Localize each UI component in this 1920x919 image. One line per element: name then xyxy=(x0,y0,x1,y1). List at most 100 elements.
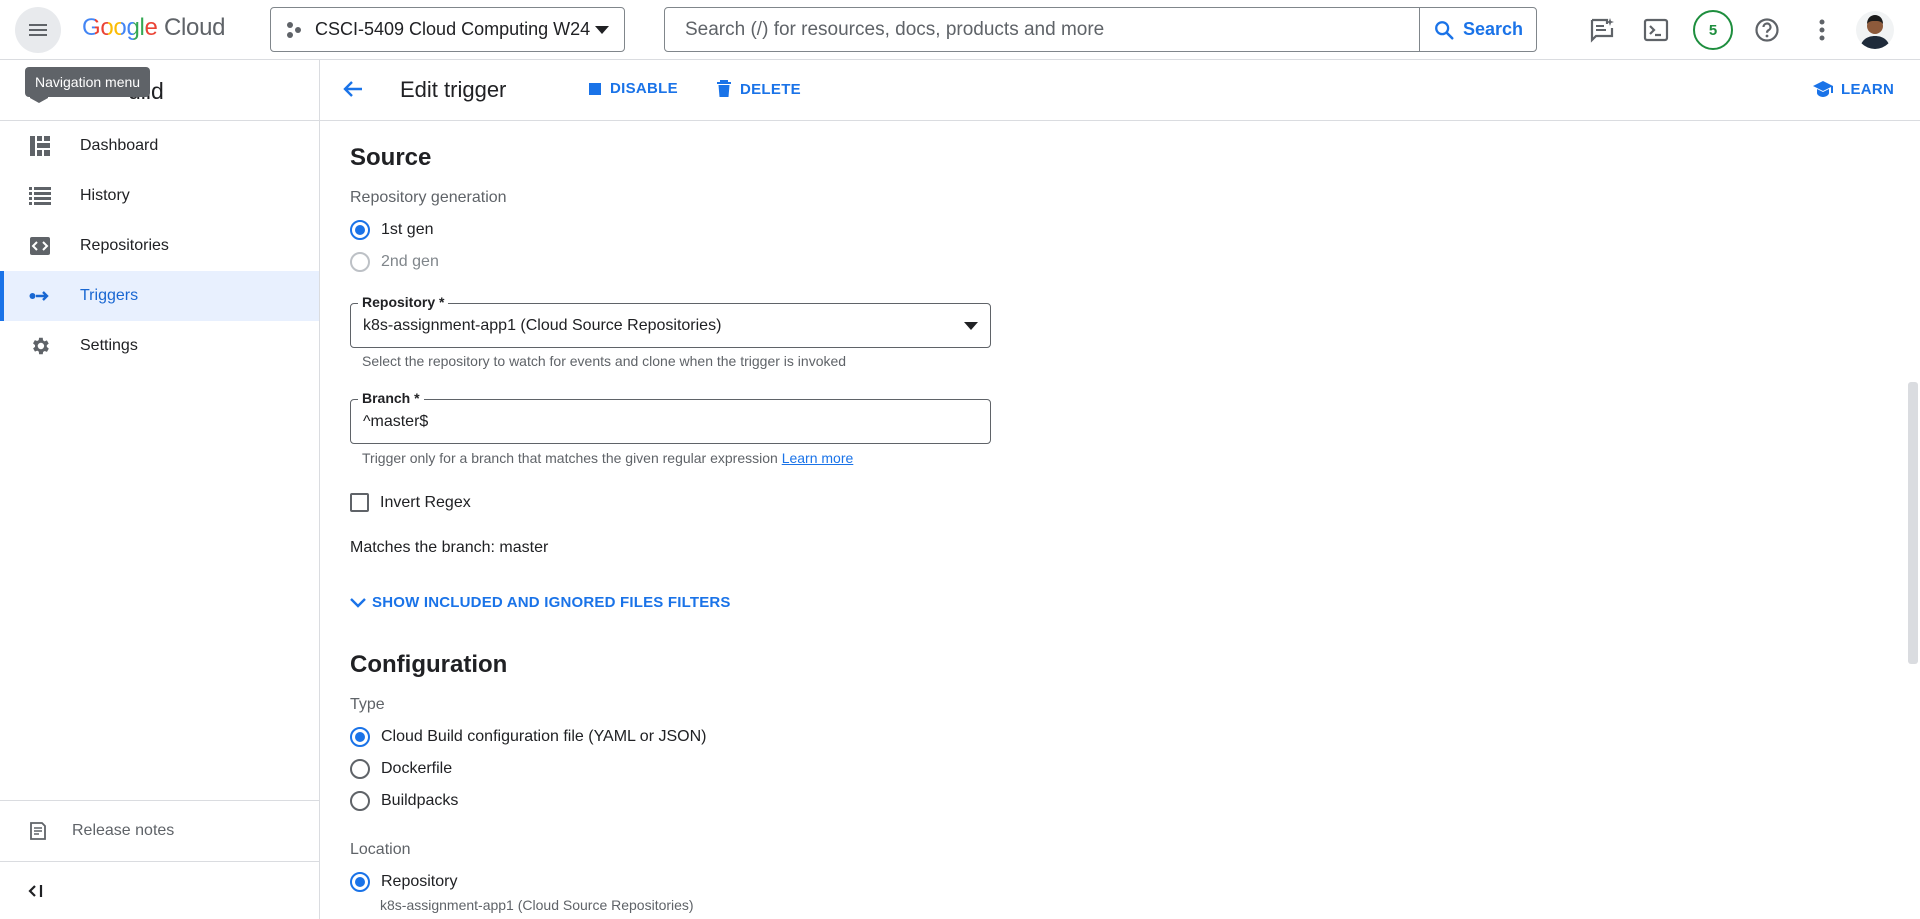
location-label: Location xyxy=(350,841,411,858)
search-button-label: Search xyxy=(1462,19,1524,39)
page-header: Edit trigger DISABLE DELETE LEARN xyxy=(320,60,1920,121)
project-icon xyxy=(287,21,301,38)
more-vert-icon xyxy=(1819,19,1825,41)
list-icon xyxy=(29,187,51,205)
repository-value: k8s-assignment-app1 (Cloud Source Reposi… xyxy=(363,316,722,334)
branch-input[interactable]: ^master$ xyxy=(350,399,991,444)
release-notes-link[interactable]: Release notes xyxy=(0,800,319,861)
type-dockerfile-option[interactable]: Dockerfile xyxy=(350,759,452,779)
cloud-shell-button[interactable] xyxy=(1638,12,1674,48)
learn-more-link[interactable]: Learn more xyxy=(782,450,854,466)
more-options-button[interactable] xyxy=(1804,12,1840,48)
chevron-down-icon xyxy=(350,597,366,608)
branch-label: Branch * xyxy=(358,390,424,406)
user-avatar-icon xyxy=(1860,15,1890,49)
sidebar-item-label: Triggers xyxy=(80,287,139,304)
page-title: Edit trigger xyxy=(400,77,507,102)
main-content: Source Repository generation 1st gen 2nd… xyxy=(320,121,1900,919)
gear-icon xyxy=(33,337,49,355)
collapse-icon xyxy=(28,884,43,897)
learn-label: LEARN xyxy=(1841,80,1895,98)
terminal-icon xyxy=(1643,18,1669,42)
radio-unselected[interactable] xyxy=(350,252,370,272)
release-notes-icon xyxy=(30,822,46,840)
type-cloudbuild-option[interactable]: Cloud Build configuration file (YAML or … xyxy=(350,727,706,747)
invert-regex-label: Invert Regex xyxy=(380,493,471,511)
sidebar: uild Dashboard History Repositories Trig… xyxy=(0,60,320,919)
gen-1st-option[interactable]: 1st gen xyxy=(350,220,433,240)
repository-label: Repository * xyxy=(358,294,449,310)
help-icon xyxy=(1755,18,1779,42)
logo-cloud: Cloud xyxy=(163,14,226,41)
sidebar-item-dashboard[interactable]: Dashboard xyxy=(0,121,319,171)
navigation-menu-tooltip: Navigation menu xyxy=(25,67,151,97)
navigation-menu-button[interactable] xyxy=(15,7,61,53)
radio-selected[interactable] xyxy=(350,220,370,240)
source-heading: Source xyxy=(350,144,432,171)
gemini-chat-button[interactable] xyxy=(1584,12,1620,48)
sidebar-item-repositories[interactable]: Repositories xyxy=(0,221,319,271)
sidebar-item-history[interactable]: History xyxy=(0,171,319,221)
learn-button[interactable]: LEARN xyxy=(1813,80,1894,98)
search-button[interactable]: Search xyxy=(1419,8,1536,51)
dropdown-arrow-icon xyxy=(964,321,978,330)
search-bar: Search (/) for resources, docs, products… xyxy=(664,7,1537,52)
triggers-icon xyxy=(29,291,49,301)
back-button[interactable] xyxy=(342,78,364,100)
branch-value: ^master$ xyxy=(363,412,429,430)
sidebar-item-label: Dashboard xyxy=(80,137,159,154)
matches-branch-text: Matches the branch: master xyxy=(350,539,549,556)
sidebar-item-label: History xyxy=(80,187,130,204)
radio-selected[interactable] xyxy=(350,872,370,892)
collapse-sidebar-button[interactable] xyxy=(0,861,319,919)
disable-label: DISABLE xyxy=(610,80,678,97)
release-notes-label: Release notes xyxy=(72,822,175,839)
gen-2nd-label: 2nd gen xyxy=(381,253,439,270)
arrow-back-icon xyxy=(343,81,362,97)
radio-unselected[interactable] xyxy=(350,791,370,811)
delete-button[interactable]: DELETE xyxy=(716,80,801,98)
sidebar-item-triggers[interactable]: Triggers xyxy=(0,271,319,321)
disable-button[interactable]: DISABLE xyxy=(588,80,678,97)
google-cloud-logo[interactable]: Google Cloud xyxy=(82,14,225,42)
dashboard-icon xyxy=(30,136,50,156)
branch-hint-text: Trigger only for a branch that matches t… xyxy=(362,450,778,466)
help-button[interactable] xyxy=(1749,12,1785,48)
account-avatar[interactable] xyxy=(1856,11,1894,49)
repository-hint: Select the repository to watch for event… xyxy=(362,353,847,369)
scrollbar[interactable] xyxy=(1908,382,1918,664)
location-sub-text: k8s-assignment-app1 (Cloud Source Reposi… xyxy=(380,897,694,913)
configuration-heading: Configuration xyxy=(350,651,508,678)
project-name: CSCI-5409 Cloud Computing W24 xyxy=(315,19,591,39)
sidebar-footer: Release notes xyxy=(0,800,319,919)
project-picker[interactable]: CSCI-5409 Cloud Computing W24 xyxy=(270,7,625,52)
stop-icon xyxy=(589,82,601,95)
logo-google: Google xyxy=(82,14,158,41)
hamburger-icon xyxy=(29,24,47,36)
type-buildpacks-option[interactable]: Buildpacks xyxy=(350,791,458,811)
location-repository-label: Repository xyxy=(381,873,458,890)
branch-hint: Trigger only for a branch that matches t… xyxy=(362,450,853,466)
type-buildpacks-label: Buildpacks xyxy=(381,792,459,809)
type-cloudbuild-label: Cloud Build configuration file (YAML or … xyxy=(381,728,707,745)
invert-regex-checkbox[interactable] xyxy=(350,493,369,512)
search-input[interactable]: Search (/) for resources, docs, products… xyxy=(665,19,1419,41)
chat-spark-icon xyxy=(1590,18,1614,43)
search-icon xyxy=(1435,20,1454,40)
dropdown-arrow-icon xyxy=(595,25,609,34)
gen-2nd-option[interactable]: 2nd gen xyxy=(350,252,439,272)
top-bar: Google Cloud CSCI-5409 Cloud Computing W… xyxy=(0,0,1920,60)
code-icon xyxy=(30,237,50,255)
delete-label: DELETE xyxy=(740,80,801,98)
radio-unselected[interactable] xyxy=(350,759,370,779)
radio-selected[interactable] xyxy=(350,727,370,747)
notifications-badge[interactable]: 5 xyxy=(1693,10,1733,50)
sidebar-item-settings[interactable]: Settings xyxy=(0,321,319,371)
invert-regex-checkbox-row[interactable]: Invert Regex xyxy=(350,493,471,512)
show-filters-button[interactable]: SHOW INCLUDED AND IGNORED FILES FILTERS xyxy=(350,594,731,611)
repo-generation-label: Repository generation xyxy=(350,189,507,206)
sidebar-item-label: Repositories xyxy=(80,237,169,254)
location-repository-option[interactable]: Repository xyxy=(350,872,457,892)
school-icon xyxy=(1813,81,1833,97)
sidebar-item-label: Settings xyxy=(80,337,138,354)
